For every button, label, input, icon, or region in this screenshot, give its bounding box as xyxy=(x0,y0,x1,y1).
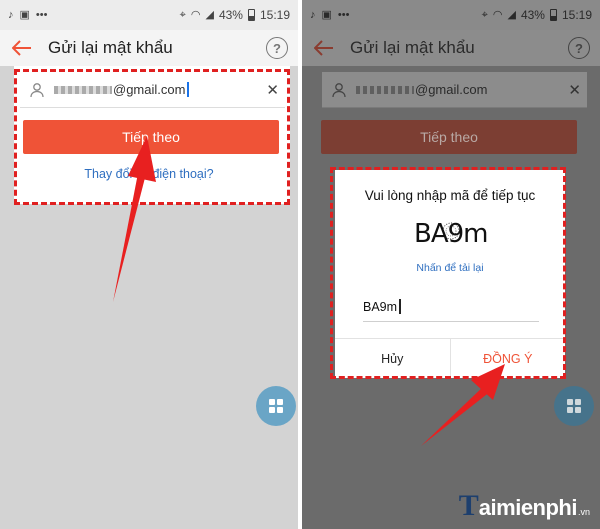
battery-icon xyxy=(549,9,557,21)
watermark-logo: T aimienphi .vn xyxy=(459,489,590,523)
clock: 15:19 xyxy=(561,8,592,22)
apps-grid-button[interactable] xyxy=(554,386,594,426)
signal-icon: ◢ xyxy=(507,8,516,21)
location-icon: ⌖ xyxy=(481,8,488,21)
battery-percent: 43% xyxy=(218,8,243,22)
image-icon: ▣ xyxy=(321,8,332,21)
back-arrow-icon[interactable] xyxy=(10,36,34,60)
tiktok-icon: ♪ xyxy=(8,8,14,21)
email-domain: @gmail.com xyxy=(415,82,488,97)
tiktok-icon: ♪ xyxy=(310,8,316,21)
email-field[interactable]: @gmail.com ✕ xyxy=(322,72,587,108)
more-icon: ••• xyxy=(337,8,350,21)
email-value: @gmail.com xyxy=(356,82,487,97)
phone-screen-left: ♪ ▣ ••• ⌖ ◠ ◢ 43% 15:19 Gửi lại mật khẩu… xyxy=(0,0,298,529)
location-icon: ⌖ xyxy=(179,8,186,21)
signal-icon: ◢ xyxy=(205,8,214,21)
watermark-t-mark: T xyxy=(458,489,479,522)
apps-grid-icon xyxy=(567,399,581,413)
user-icon xyxy=(322,82,356,98)
highlight-box xyxy=(14,69,290,205)
battery-percent: 43% xyxy=(520,8,545,22)
phone-screen-right: ♪ ▣ ••• ⌖ ◠ ◢ 43% 15:19 Gửi lại mật khẩu… xyxy=(302,0,600,529)
battery-icon xyxy=(247,9,255,21)
watermark-brand: aimienphi xyxy=(478,495,578,520)
back-arrow-icon[interactable] xyxy=(312,36,336,60)
clear-icon[interactable]: ✕ xyxy=(568,81,581,99)
wifi-icon: ◠ xyxy=(190,8,201,21)
help-icon[interactable]: ? xyxy=(568,37,590,59)
image-icon: ▣ xyxy=(19,8,30,21)
next-button[interactable]: Tiếp theo xyxy=(321,120,577,154)
highlight-box xyxy=(330,167,566,379)
page-title: Gửi lại mật khẩu xyxy=(48,38,173,57)
watermark-suffix: .vn xyxy=(577,507,590,517)
apps-grid-button[interactable] xyxy=(256,386,296,426)
wifi-icon: ◠ xyxy=(492,8,503,21)
app-bar: Gửi lại mật khẩu ? xyxy=(302,30,600,66)
status-bar: ♪ ▣ ••• ⌖ ◠ ◢ 43% 15:19 xyxy=(302,0,600,30)
help-icon[interactable]: ? xyxy=(266,37,288,59)
more-icon: ••• xyxy=(35,8,48,21)
masked-username xyxy=(356,85,414,94)
app-bar: Gửi lại mật khẩu ? xyxy=(0,30,298,66)
apps-grid-icon xyxy=(269,399,283,413)
status-bar: ♪ ▣ ••• ⌖ ◠ ◢ 43% 15:19 xyxy=(0,0,298,30)
page-title: Gửi lại mật khẩu xyxy=(350,38,475,57)
clock: 15:19 xyxy=(259,8,290,22)
screenshot-composite: ♪ ▣ ••• ⌖ ◠ ◢ 43% 15:19 Gửi lại mật khẩu… xyxy=(0,0,600,529)
